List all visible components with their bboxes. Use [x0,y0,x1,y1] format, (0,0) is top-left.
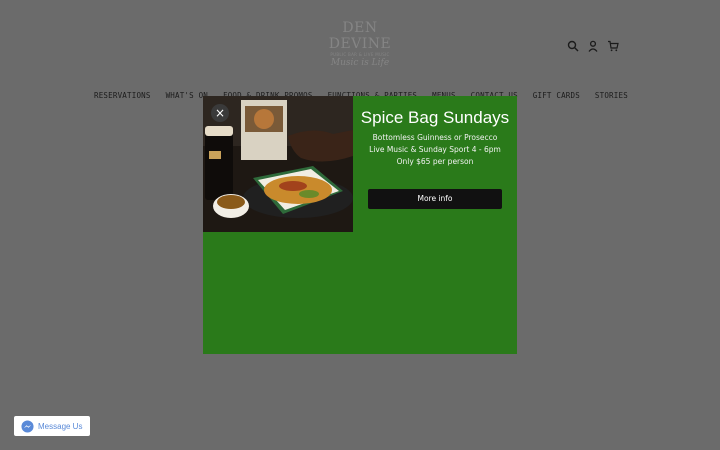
promo-popup: × Spice Bag Sundays Bottomless Guinness … [203,96,517,354]
promo-title: Spice Bag Sundays [360,108,510,127]
messenger-icon [21,419,34,433]
promo-line-1: Bottomless Guinness or Prosecco [372,133,498,142]
promo-line-3: Only $65 per person [396,157,474,166]
cart-icon[interactable] [606,38,620,54]
site-header: DEN DEVINE PUBLIC BAR & LIVE MUSIC Music… [0,0,720,90]
messenger-chat-button[interactable]: Message Us [14,416,90,436]
nav-item-gift-cards[interactable]: GIFT CARDS [533,89,580,103]
logo-name: DEN DEVINE [328,19,392,52]
site-logo[interactable]: DEN DEVINE PUBLIC BAR & LIVE MUSIC Music… [318,18,402,70]
search-icon[interactable] [566,38,580,54]
close-popup-button[interactable]: × [211,104,229,122]
promo-photo: × [203,96,353,232]
logo-script: Music is Life [330,57,390,68]
header-icons [566,38,622,54]
promo-line-2: Live Music & Sunday Sport 4 - 6pm [369,145,501,154]
messenger-label: Message Us [38,421,83,431]
account-icon[interactable] [586,38,600,54]
nav-item-stories[interactable]: STORIES [595,89,628,103]
nav-item-whats-on[interactable]: WHAT'S ON [166,89,208,103]
promo-content: Spice Bag Sundays Bottomless Guinness or… [353,96,517,232]
more-info-button[interactable]: More info [368,189,502,209]
nav-item-reservations[interactable]: RESERVATIONS [94,89,151,103]
